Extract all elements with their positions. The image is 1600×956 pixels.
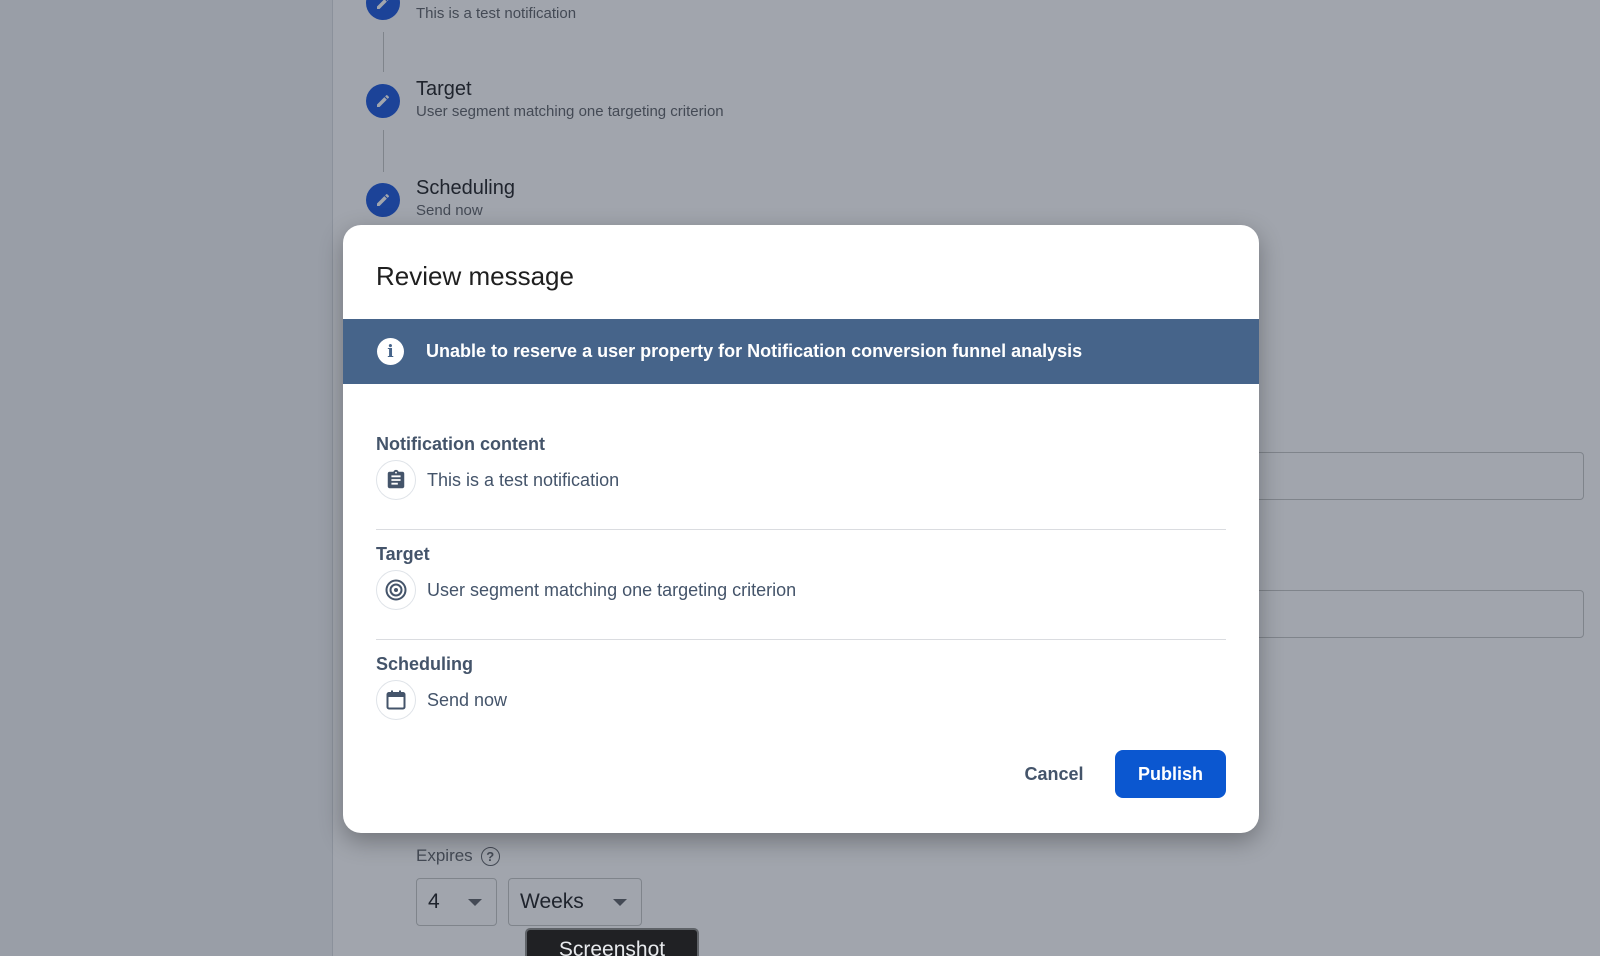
section-notification-content: Notification content This is a test noti… — [376, 434, 1226, 500]
publish-button[interactable]: Publish — [1115, 750, 1226, 798]
calendar-icon — [376, 680, 416, 720]
section-value: This is a test notification — [427, 469, 620, 490]
info-icon: i — [377, 338, 404, 365]
banner-text: Unable to reserve a user property for No… — [426, 341, 1083, 361]
section-heading: Scheduling — [376, 654, 474, 674]
section-target: Target User segment matching one targeti… — [376, 544, 1226, 610]
divider — [376, 639, 1226, 640]
review-message-dialog: Review message i Unable to reserve a use… — [343, 225, 1259, 833]
clipboard-icon — [376, 460, 416, 500]
section-row: Send now — [376, 680, 507, 720]
section-value: Send now — [427, 689, 508, 710]
divider — [376, 529, 1226, 530]
warning-banner: i Unable to reserve a user property for … — [343, 319, 1259, 384]
section-value: User segment matching one targeting crit… — [427, 579, 797, 600]
cancel-button[interactable]: Cancel — [1001, 750, 1107, 798]
dialog-title: Review message — [376, 261, 574, 291]
target-icon — [376, 570, 416, 610]
section-row: This is a test notification — [376, 460, 619, 500]
section-heading: Notification content — [376, 434, 545, 454]
screenshot-tooltip: Screenshot — [525, 928, 699, 956]
section-heading: Target — [376, 544, 430, 564]
section-scheduling: Scheduling Send now — [376, 654, 1226, 720]
section-row: User segment matching one targeting crit… — [376, 570, 796, 610]
